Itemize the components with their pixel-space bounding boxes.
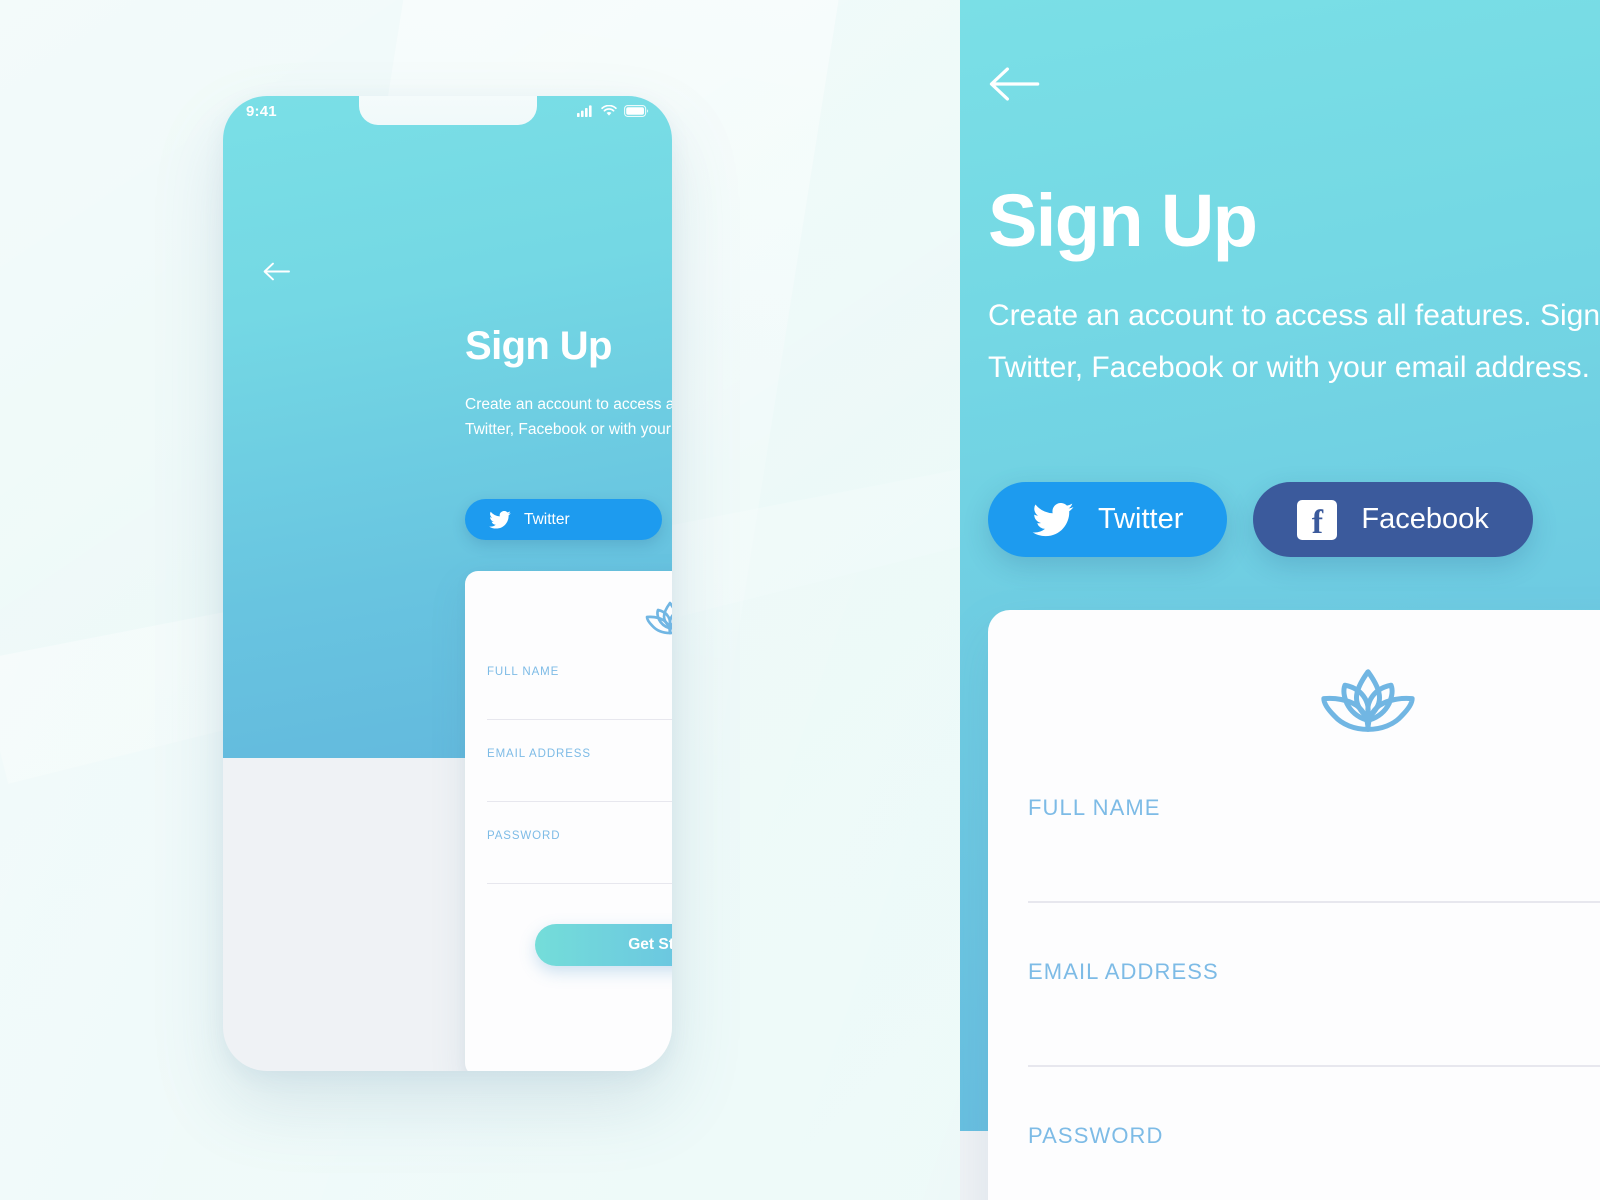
social-signup-row: Twitter f Facebook	[465, 499, 672, 540]
brand-logo-wrap	[465, 571, 672, 638]
email-field-group: EMAIL ADDRESS	[465, 720, 672, 802]
enlarged-signup-form-card: FULL NAME EMAIL ADDRESS PASSWORD	[988, 610, 1600, 1200]
enlarged-password-input[interactable]	[1028, 1159, 1600, 1200]
enlarged-brand-logo-wrap	[988, 610, 1600, 739]
wifi-icon	[601, 105, 617, 116]
email-input[interactable]	[487, 768, 672, 802]
lotus-flower-logo-icon	[1321, 669, 1415, 732]
password-input[interactable]	[487, 850, 672, 884]
password-field-group: PASSWORD	[465, 802, 672, 884]
email-label: EMAIL ADDRESS	[487, 748, 591, 760]
phone-mockup: 9:41 Sign Up Create an account to access…	[223, 96, 672, 1071]
enlarged-facebook-button-label: Facebook	[1361, 503, 1489, 535]
full-name-field-group: FULL NAME	[465, 638, 672, 720]
full-name-label: FULL NAME	[487, 666, 560, 678]
back-arrow-icon	[263, 262, 290, 281]
status-bar-time: 9:41	[246, 102, 277, 120]
page-description: Create an account to access all features…	[465, 396, 672, 439]
password-label: PASSWORD	[487, 830, 561, 842]
status-bar-icons	[577, 105, 649, 117]
enlarged-full-name-input[interactable]	[1028, 831, 1600, 903]
back-arrow-icon	[989, 67, 1040, 101]
enlarged-email-label: EMAIL ADDRESS	[1028, 959, 1219, 984]
twitter-signup-button[interactable]: Twitter	[465, 499, 662, 540]
get-started-button[interactable]: Get Started	[535, 924, 672, 966]
screenshot-stage: 9:41 Sign Up Create an account to access…	[0, 0, 1600, 1200]
enlarged-social-row: Twitter f Facebook	[988, 482, 1533, 557]
enlarged-password-label: PASSWORD	[1028, 1123, 1164, 1148]
enlarged-full-name-field-group: FULL NAME	[988, 739, 1600, 903]
lotus-flower-logo-icon	[645, 601, 672, 635]
enlarged-back-button[interactable]	[988, 66, 1040, 107]
page-title: Sign Up	[465, 324, 613, 368]
full-name-input[interactable]	[487, 686, 672, 720]
battery-icon	[624, 105, 649, 117]
enlarged-twitter-signup-button[interactable]: Twitter	[988, 482, 1228, 557]
enlarged-twitter-button-label: Twitter	[1098, 503, 1184, 535]
enlarged-facebook-signup-button[interactable]: f Facebook	[1253, 482, 1533, 557]
enlarged-page-title: Sign Up	[988, 179, 1258, 262]
status-bar: 9:41	[223, 96, 672, 126]
facebook-f-icon: f	[1297, 499, 1338, 540]
cellular-signal-icon	[577, 105, 592, 117]
enlarged-password-field-group: PASSWORD	[988, 1067, 1600, 1200]
back-button[interactable]	[263, 262, 290, 286]
enlarged-email-field-group: EMAIL ADDRESS	[988, 903, 1600, 1067]
submit-wrap: Get Started	[465, 924, 672, 966]
enlarged-detail-panel: Sign Up Create an account to access all …	[960, 0, 1600, 1200]
enlarged-email-input[interactable]	[1028, 995, 1600, 1067]
signup-form-card: FULL NAME EMAIL ADDRESS PASSWORD Get Sta…	[465, 571, 672, 1071]
enlarged-full-name-label: FULL NAME	[1028, 795, 1161, 820]
enlarged-page-description: Create an account to access all features…	[988, 299, 1600, 385]
twitter-button-label: Twitter	[524, 510, 570, 528]
twitter-bird-icon	[1032, 502, 1074, 536]
twitter-bird-icon	[489, 510, 511, 529]
